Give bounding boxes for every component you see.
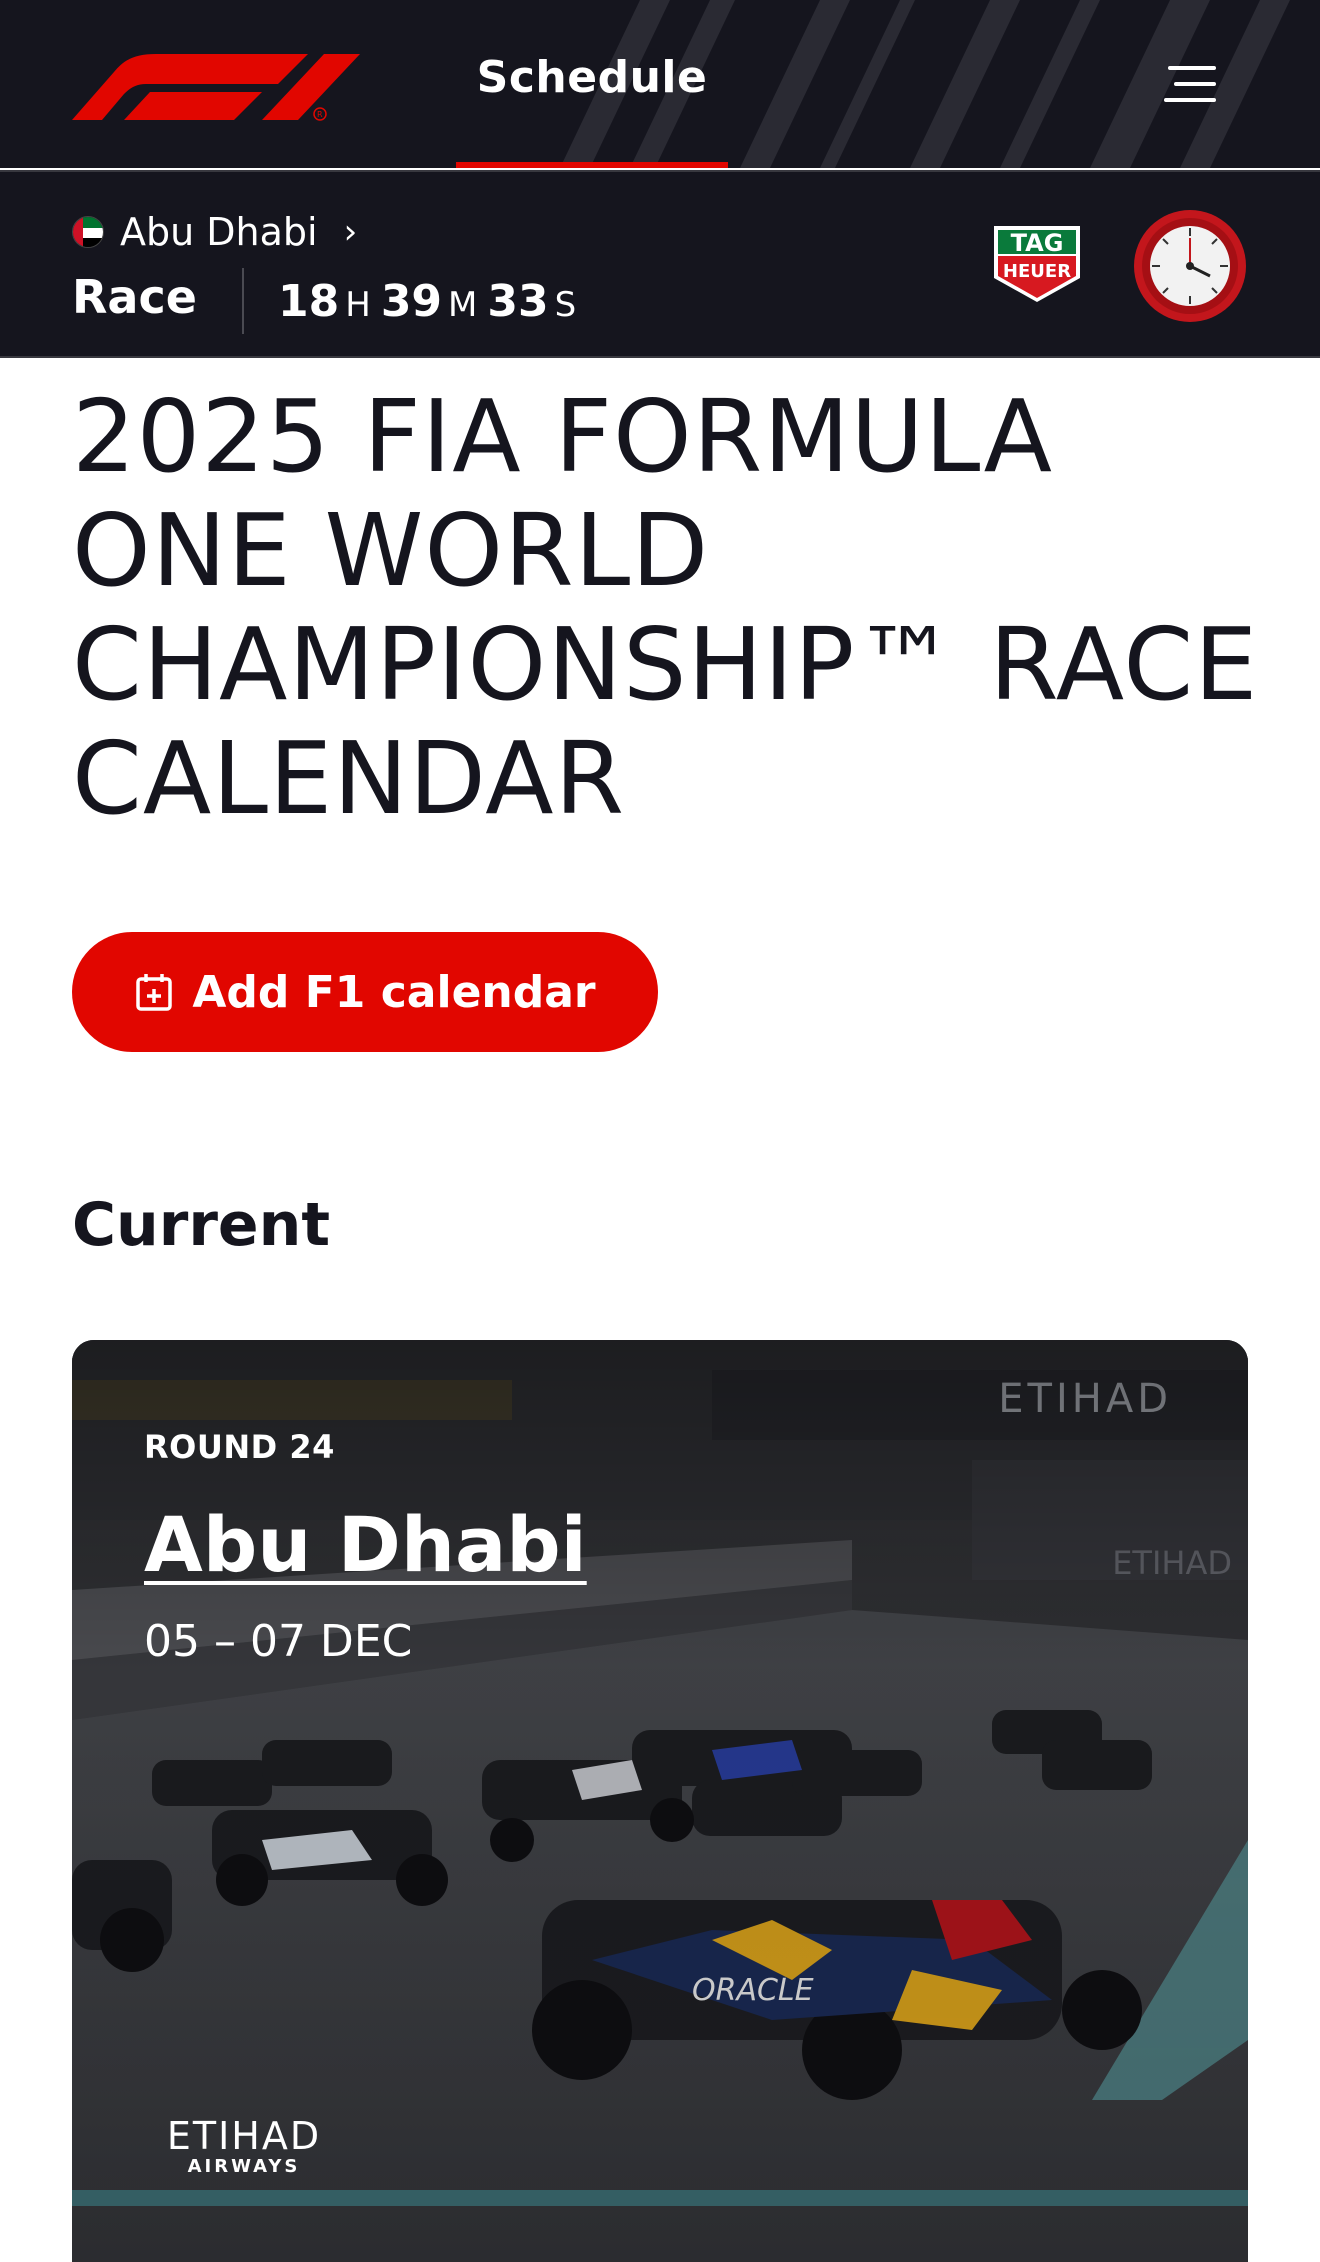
next-race-country-link[interactable]: Abu Dhabi ›	[72, 204, 357, 260]
page-title: 2025 FIA FORMULA ONE WORLD CHAMPIONSHIP™…	[72, 378, 1259, 837]
hamburger-menu-icon[interactable]	[1158, 58, 1222, 110]
top-navigation-bar: R Schedule	[0, 0, 1320, 168]
event-name-link[interactable]: Abu Dhabi	[144, 1500, 587, 1589]
f1-logo[interactable]: R	[72, 44, 362, 124]
countdown-seconds-unit: S	[554, 285, 577, 325]
tab-schedule-label: Schedule	[476, 51, 708, 103]
event-dates: 05 – 07 DEC	[144, 1616, 413, 1667]
uae-flag-icon	[72, 216, 104, 248]
svg-text:TAG: TAG	[1011, 229, 1064, 257]
next-race-country: Abu Dhabi	[120, 210, 318, 254]
calendar-add-icon	[136, 974, 173, 1011]
add-f1-calendar-label: Add F1 calendar	[192, 966, 596, 1018]
countdown-seconds: 33	[487, 276, 549, 327]
next-race-bar: Abu Dhabi › Race 18 H 39 M 33 S TAG HEUE…	[0, 170, 1320, 358]
countdown-timer: 18 H 39 M 33 S	[278, 276, 586, 327]
svg-text:R: R	[317, 110, 323, 119]
add-f1-calendar-button[interactable]: Add F1 calendar	[72, 932, 658, 1052]
sponsor-sub: AIRWAYS	[187, 2156, 301, 2177]
sponsor-name: ETIHAD	[166, 2114, 322, 2158]
stopwatch-icon[interactable]	[1132, 208, 1248, 324]
active-tab-indicator	[456, 162, 728, 168]
event-round: ROUND 24	[144, 1428, 335, 1466]
svg-text:HEUER: HEUER	[1003, 261, 1071, 282]
etihad-airways-logo: ETIHAD AIRWAYS	[144, 2116, 344, 2186]
countdown-hours-unit: H	[345, 285, 371, 325]
countdown-hours: 18	[278, 276, 340, 327]
divider	[0, 356, 1320, 358]
divider	[242, 268, 244, 334]
countdown-minutes-unit: M	[448, 285, 478, 325]
tab-schedule[interactable]: Schedule	[456, 0, 728, 168]
tag-heuer-logo[interactable]: TAG HEUER	[990, 224, 1084, 304]
current-event-card[interactable]: ETIHAD ETIHAD	[72, 1340, 1248, 2262]
countdown-minutes: 39	[380, 276, 443, 327]
session-label: Race	[72, 270, 197, 324]
section-title-current: Current	[72, 1190, 331, 1260]
chevron-right-icon: ›	[343, 212, 358, 252]
